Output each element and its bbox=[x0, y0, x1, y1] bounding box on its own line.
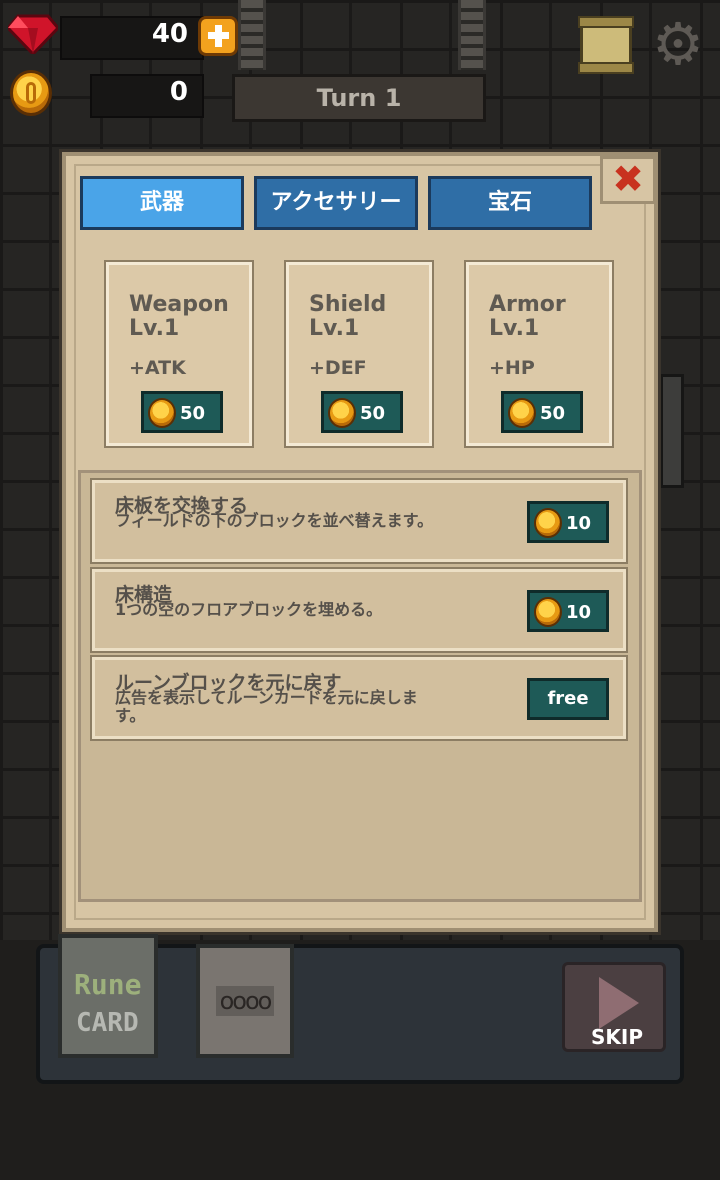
item-stat: +DEF bbox=[309, 357, 367, 379]
item-card-weapon[interactable]: Weapon Lv.1 +ATK 50 bbox=[106, 262, 252, 446]
turn-indicator: Turn 1 bbox=[232, 74, 486, 122]
coin-count: 0 bbox=[169, 77, 188, 107]
add-gems-button[interactable] bbox=[198, 16, 238, 56]
buy-floor-structure-button[interactable]: 10 bbox=[527, 590, 609, 632]
service-row-floor-structure: 床構造 1つの空のフロアブロックを埋める。 10 bbox=[92, 569, 626, 651]
item-name: Shield Lv.1 bbox=[309, 292, 387, 341]
play-icon bbox=[599, 977, 639, 1029]
skip-button[interactable]: SKIP bbox=[562, 962, 666, 1052]
gem-count: 40 bbox=[151, 19, 188, 49]
buy-armor-button[interactable]: 50 bbox=[501, 391, 583, 433]
buy-weapon-button[interactable]: 50 bbox=[141, 391, 223, 433]
scroll-icon[interactable] bbox=[578, 16, 634, 74]
locked-card-slot[interactable]: oooo bbox=[196, 944, 294, 1058]
coin-icon bbox=[508, 398, 536, 428]
free-restore-rune-button[interactable]: free bbox=[527, 678, 609, 720]
item-stat: +HP bbox=[489, 357, 535, 379]
buy-shield-button[interactable]: 50 bbox=[321, 391, 403, 433]
tab-weapons[interactable]: 武器 bbox=[80, 176, 244, 230]
side-token bbox=[660, 374, 684, 488]
service-description: 広告を表示してルーンカードを元に戻します。 bbox=[115, 688, 418, 725]
service-row-swap-floor: 床板を交換する フィールドの下のブロックを並べ替えます。 10 bbox=[92, 480, 626, 562]
close-icon[interactable]: ✖ bbox=[600, 156, 656, 204]
rune-card-label: Rune bbox=[74, 968, 142, 1001]
tab-gems[interactable]: 宝石 bbox=[428, 176, 592, 230]
item-name: Weapon Lv.1 bbox=[129, 292, 229, 341]
item-stat: +ATK bbox=[129, 357, 186, 379]
chain-lock-icon: oooo bbox=[216, 986, 274, 1016]
item-card-armor[interactable]: Armor Lv.1 +HP 50 bbox=[466, 262, 612, 446]
rune-card[interactable]: Rune CARD bbox=[58, 934, 158, 1058]
coin-icon bbox=[534, 508, 562, 538]
service-description: 1つの空のフロアブロックを埋める。 bbox=[115, 600, 383, 619]
chain-decoration-right bbox=[458, 0, 486, 70]
item-card-shield[interactable]: Shield Lv.1 +DEF 50 bbox=[286, 262, 432, 446]
buy-swap-floor-button[interactable]: 10 bbox=[527, 501, 609, 543]
ruby-gem-icon bbox=[8, 14, 58, 54]
gear-icon[interactable]: ⚙ bbox=[652, 15, 704, 73]
coin-icon bbox=[10, 70, 52, 116]
service-row-restore-rune: ルーンブロックを元に戻す 広告を表示してルーンカードを元に戻します。 free bbox=[92, 657, 626, 739]
rune-card-sublabel: CARD bbox=[76, 1008, 139, 1038]
tab-accessories[interactable]: アクセサリー bbox=[254, 176, 418, 230]
coin-icon bbox=[148, 398, 176, 428]
coin-icon bbox=[328, 398, 356, 428]
service-description: フィールドの下のブロックを並べ替えます。 bbox=[115, 511, 434, 530]
chain-decoration-left bbox=[238, 0, 266, 70]
item-name: Armor Lv.1 bbox=[489, 292, 566, 341]
coin-icon bbox=[534, 597, 562, 627]
skip-label: SKIP bbox=[591, 1025, 644, 1049]
